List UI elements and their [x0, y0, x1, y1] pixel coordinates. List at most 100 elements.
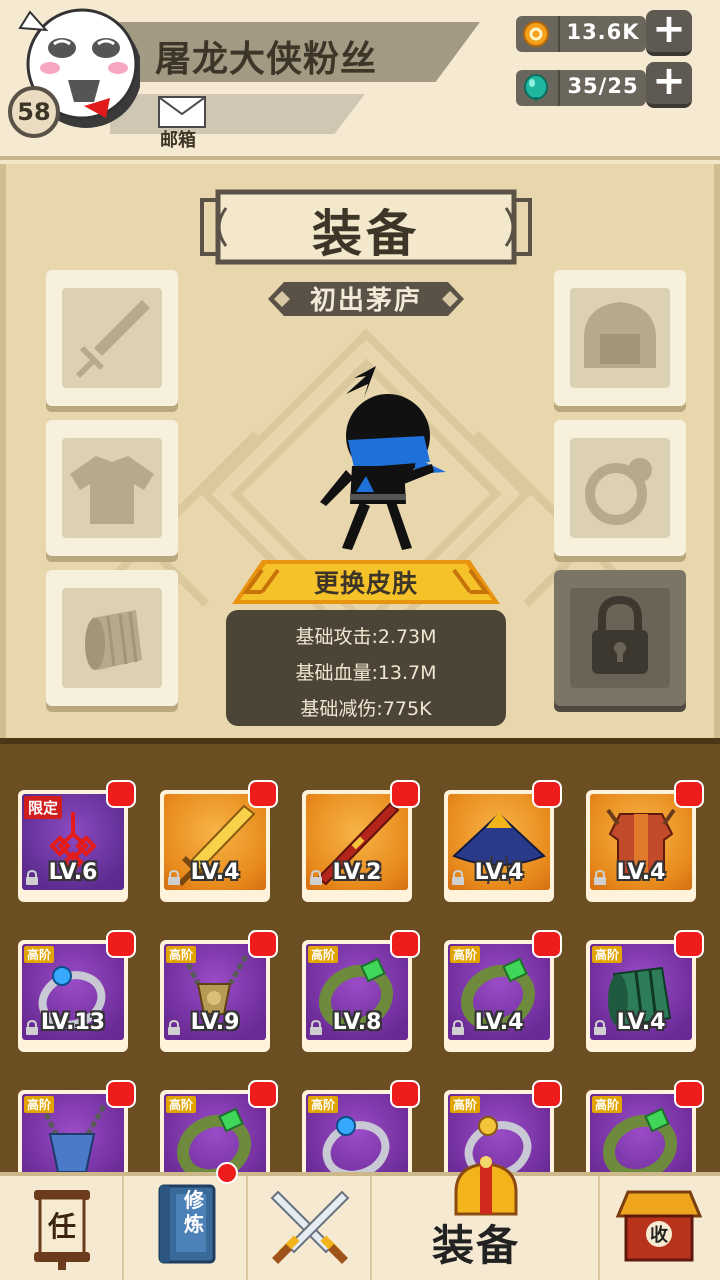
equip-helmet-icon	[454, 1156, 518, 1216]
inventory-item[interactable]: 高阶	[160, 1080, 278, 1178]
helmet-slot[interactable]	[554, 270, 686, 406]
train-label: 修炼	[184, 1188, 204, 1236]
inventory-item[interactable]: 高阶	[586, 1080, 704, 1178]
item-notification-dot	[106, 930, 136, 958]
mail-label[interactable]: 邮箱	[160, 126, 196, 152]
panel-title: 装备	[312, 205, 420, 263]
item-notification-dot	[248, 780, 278, 808]
nav-train-button[interactable]: 修炼	[124, 1162, 248, 1280]
item-notification-dot	[532, 1080, 562, 1108]
item-notification-dot	[532, 930, 562, 958]
coin-counter: 13.6K	[516, 16, 646, 52]
coin-icon	[523, 21, 549, 47]
item-tag: 高阶	[308, 1096, 339, 1113]
inventory-item[interactable]: 高阶 LV.4	[586, 930, 704, 1052]
equip-label: 装备	[432, 1221, 521, 1270]
helmet-icon	[584, 302, 656, 368]
item-level: LV.4	[474, 1010, 524, 1035]
item-notification-dot	[532, 780, 562, 808]
ring-icon	[585, 458, 652, 525]
task-scroll-icon: 任	[34, 1190, 90, 1270]
inventory-item[interactable]: 高阶 LV.13	[18, 930, 136, 1052]
gem-counter: 35/25	[516, 70, 646, 106]
item-notification-dot	[390, 930, 420, 958]
inventory-grid: 限定 LV.6 LV.4 LV.2 LV.4 LV.4 高阶 LV.13 高阶 LV.9 高阶 LV.…	[0, 738, 720, 1178]
equipment-panel: 装备 初出茅庐 更换皮肤 基础攻击:2.73M 基础血量:13.7M 基础减伤:…	[0, 164, 720, 738]
shop-label: 收	[650, 1224, 668, 1246]
item-tag: 高阶	[166, 1096, 197, 1113]
add-coins-button[interactable]: +	[646, 9, 692, 56]
item-level: LV.2	[332, 860, 382, 885]
item-tag: 限定	[24, 796, 63, 819]
item-notification-dot	[674, 930, 704, 958]
item-notification-dot	[674, 780, 704, 808]
item-notification-dot	[390, 780, 420, 808]
add-gems-button[interactable]: +	[646, 61, 692, 108]
gem-value: 35/25	[567, 74, 639, 98]
player-name: 屠龙大侠粉丝	[155, 39, 378, 80]
item-tag: 高阶	[450, 1096, 481, 1113]
inventory-item[interactable]: 高阶 LV.8	[302, 930, 420, 1052]
locked-slot[interactable]	[554, 570, 686, 706]
padlock-icon	[592, 595, 648, 674]
shop-building-icon: 收	[615, 1190, 703, 1262]
item-level: LV.9	[190, 1010, 240, 1035]
change-skin-button[interactable]: 更换皮肤	[232, 564, 500, 600]
item-notification-dot	[106, 780, 136, 808]
coin-value: 13.6K	[566, 20, 640, 44]
stat-attack: 基础攻击:2.73M	[295, 626, 437, 648]
armor-slot[interactable]	[46, 420, 178, 556]
inventory-item[interactable]: LV.4	[586, 780, 704, 902]
base-stats-box: 基础攻击:2.73M 基础血量:13.7M 基础减伤:775K	[226, 610, 506, 726]
bottom-nav: 任 修炼 装备 收	[0, 1156, 720, 1280]
stickman-character	[320, 366, 446, 550]
shirt-icon	[70, 456, 154, 524]
item-tag: 高阶	[24, 1096, 55, 1113]
sword-icon	[76, 300, 150, 378]
item-level: LV.4	[474, 860, 524, 885]
ring-slot[interactable]	[554, 420, 686, 556]
nav-shop-button[interactable]: 收	[600, 1176, 720, 1280]
item-tag: 高阶	[166, 946, 197, 963]
header-bar: 屠龙大侠粉丝 邮箱 58 13.6K + 35/25 +	[0, 0, 720, 160]
mail-banner	[110, 94, 365, 134]
item-level: LV.6	[48, 860, 98, 885]
item-level: LV.13	[40, 1010, 106, 1035]
item-level: LV.4	[616, 860, 666, 885]
item-tag: 高阶	[592, 1096, 623, 1113]
item-level: LV.4	[190, 860, 240, 885]
nav-task-button[interactable]: 任	[0, 1176, 124, 1280]
weapon-slot[interactable]	[46, 270, 178, 406]
inventory-item[interactable]: 限定 LV.6	[18, 780, 136, 902]
train-notification-dot	[216, 1162, 238, 1184]
nav-battle-button[interactable]	[248, 1176, 372, 1280]
item-notification-dot	[106, 1080, 136, 1108]
inventory-item[interactable]: LV.4	[160, 780, 278, 902]
inventory-item[interactable]: 高阶	[302, 1080, 420, 1178]
item-tag: 高阶	[450, 946, 481, 963]
inventory-item[interactable]: LV.4	[444, 780, 562, 902]
crossed-swords-icon	[270, 1190, 350, 1264]
inventory-item[interactable]: 高阶 LV.9	[160, 930, 278, 1052]
nav-equip-button[interactable]: 装备	[372, 1156, 600, 1280]
item-tag: 高阶	[308, 946, 339, 963]
bracer-slot[interactable]	[46, 570, 178, 706]
inventory-item[interactable]: LV.2	[302, 780, 420, 902]
item-level: LV.8	[332, 1010, 382, 1035]
item-notification-dot	[674, 1080, 704, 1108]
bracer-icon	[85, 610, 142, 670]
rank-title: 初出茅庐	[309, 286, 422, 316]
inventory-item[interactable]: 高阶 LV.4	[444, 930, 562, 1052]
item-tag: 高阶	[24, 946, 55, 963]
stat-defense: 基础减伤:775K	[300, 698, 432, 720]
gem-icon	[524, 74, 548, 102]
level-badge: 58	[8, 86, 60, 138]
item-notification-dot	[248, 1080, 278, 1108]
item-tag: 高阶	[592, 946, 623, 963]
item-notification-dot	[248, 930, 278, 958]
task-label: 任	[47, 1210, 76, 1243]
mail-icon[interactable]	[158, 96, 206, 128]
item-notification-dot	[390, 1080, 420, 1108]
inventory-item[interactable]: 高阶	[18, 1080, 136, 1178]
item-level: LV.4	[616, 1010, 666, 1035]
